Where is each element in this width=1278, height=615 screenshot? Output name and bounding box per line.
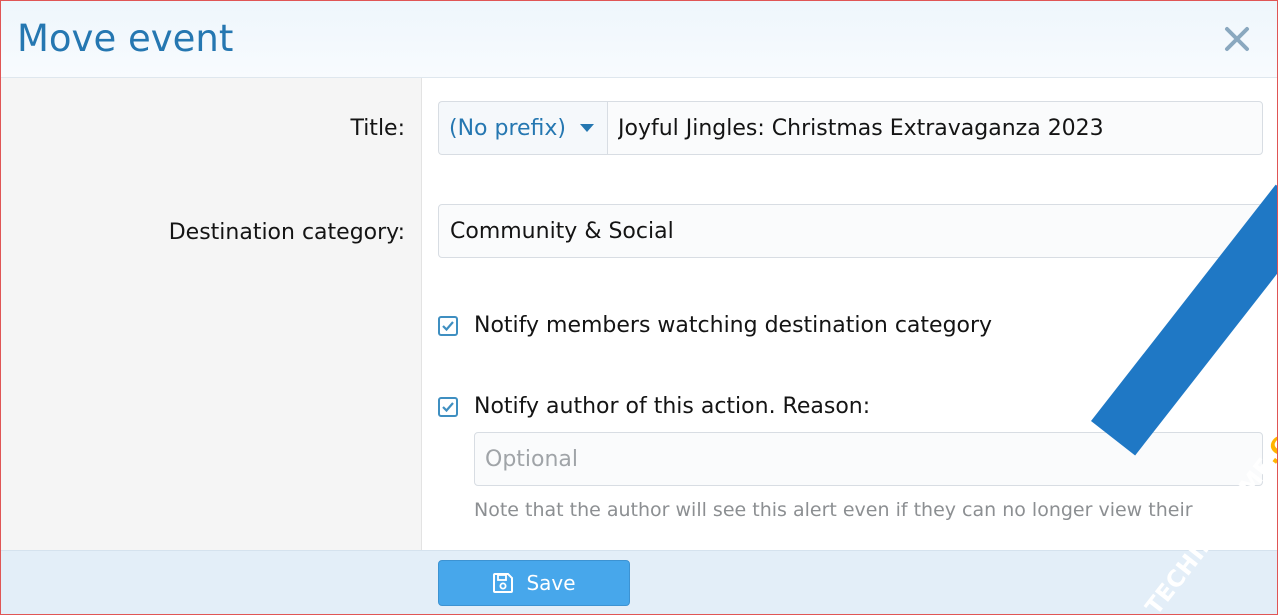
checkmark-icon: [442, 401, 454, 412]
save-button-label: Save: [526, 571, 576, 595]
dialog-title: Move event: [17, 17, 234, 60]
notify-author-checkbox[interactable]: [438, 396, 458, 417]
save-button[interactable]: Save: [438, 560, 630, 606]
close-icon: [1225, 27, 1249, 51]
notify-author-label: Notify author of this action. Reason:: [474, 394, 871, 419]
notify-watchers-checkbox[interactable]: [438, 315, 458, 336]
reason-hint: Note that the author will see this alert…: [474, 499, 1194, 521]
destination-category-label: Destination category:: [168, 220, 405, 245]
notify-author-checkbox-row[interactable]: Notify author of this action. Reason:: [438, 394, 870, 419]
destination-category-value: Community & Social: [450, 218, 674, 244]
title-label: Title:: [350, 116, 405, 141]
checkmark-icon: [442, 320, 454, 331]
dialog-header: Move event: [1, 1, 1277, 78]
move-event-dialog: Move event Title: (No prefix) Destinatio…: [0, 0, 1278, 615]
prefix-value: (No prefix): [449, 115, 567, 141]
dialog-footer: Save: [1, 550, 1277, 614]
title-input[interactable]: [607, 101, 1263, 155]
close-button[interactable]: [1217, 19, 1257, 59]
notify-watchers-label: Notify members watching destination cate…: [474, 313, 993, 338]
caret-down-icon: [580, 124, 595, 132]
destination-category-select[interactable]: Community & Social: [438, 204, 1263, 258]
save-icon: [493, 573, 514, 593]
notify-watchers-checkbox-row[interactable]: Notify members watching destination cate…: [438, 313, 992, 338]
prefix-dropdown[interactable]: (No prefix): [438, 101, 608, 155]
form-label-column: [1, 78, 422, 550]
